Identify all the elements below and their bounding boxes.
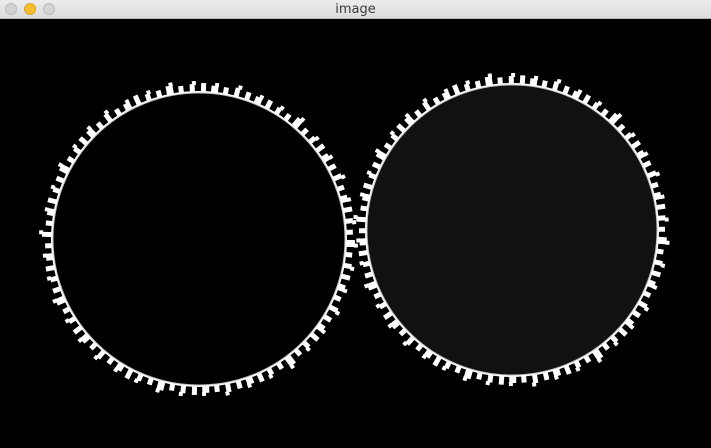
gear-tooth [498,375,505,385]
gear-tooth [45,220,54,227]
gear-tooth [345,239,356,248]
gear-tooth-edge [356,238,361,243]
gear-tooth-edge [511,72,516,78]
gear-tooth-edge [353,215,358,220]
gear-tooth-edge [660,263,666,268]
gear-tooth-edge [201,391,207,397]
gear-tooth [41,231,53,238]
gear-tooth [508,75,514,85]
gear-tooth [509,375,517,384]
gear-tooth-edge [485,380,491,386]
gear-tooth-edge [214,82,220,88]
image-display [0,19,711,448]
gear-tooth [189,84,195,93]
image-window: image [0,0,711,448]
gear-tooth [200,82,207,93]
gear-tooth-edge [351,220,357,225]
zoom-icon[interactable] [43,3,55,15]
gear-tooth [484,76,494,87]
gear-tooth [358,228,367,234]
gear-tooth [657,226,666,232]
close-icon[interactable] [5,3,17,15]
gear-tooth [344,218,354,224]
gear-tooth [360,205,368,212]
gear-tooth-edge [353,243,358,248]
gear-tooth [178,85,184,94]
window-title: image [335,2,376,17]
gear-tooth-edge [664,217,669,222]
gear-tooth [657,215,666,221]
minimize-icon[interactable] [24,3,36,15]
gear-tooth [344,251,353,258]
gear-tooth-edge [39,230,44,235]
gear-tooth-edge [533,75,539,81]
left-gear-body [52,92,346,386]
image-canvas [0,19,711,448]
gear-tooth-edge [665,240,670,245]
gear-tooth [356,216,367,223]
gear-tooth-edge [178,391,184,397]
gear-tooth [521,375,527,383]
gear-tooth-edge [42,253,48,258]
gear-tooth-edge [531,382,537,387]
gear-tooth [656,248,664,255]
gear-tooth-edge [44,207,50,212]
gear-tooth-edge [225,391,230,396]
right-gear-body [366,84,658,376]
gear-tooth [214,384,220,393]
gear-tooth [191,385,198,396]
gear-tooth-edge [359,192,365,198]
gear-tooth-edge [349,266,355,272]
gear-tooth-edge [168,82,173,87]
gear-tooth-edge [191,80,196,86]
gear-tooth [45,243,53,249]
gear-tooth-edge [508,381,513,387]
gear-tooth-edge [487,73,493,78]
gear-tooth [497,77,503,85]
window-titlebar[interactable]: image [0,0,711,19]
gear-tooth [345,229,353,235]
gear-tooth [519,75,526,85]
